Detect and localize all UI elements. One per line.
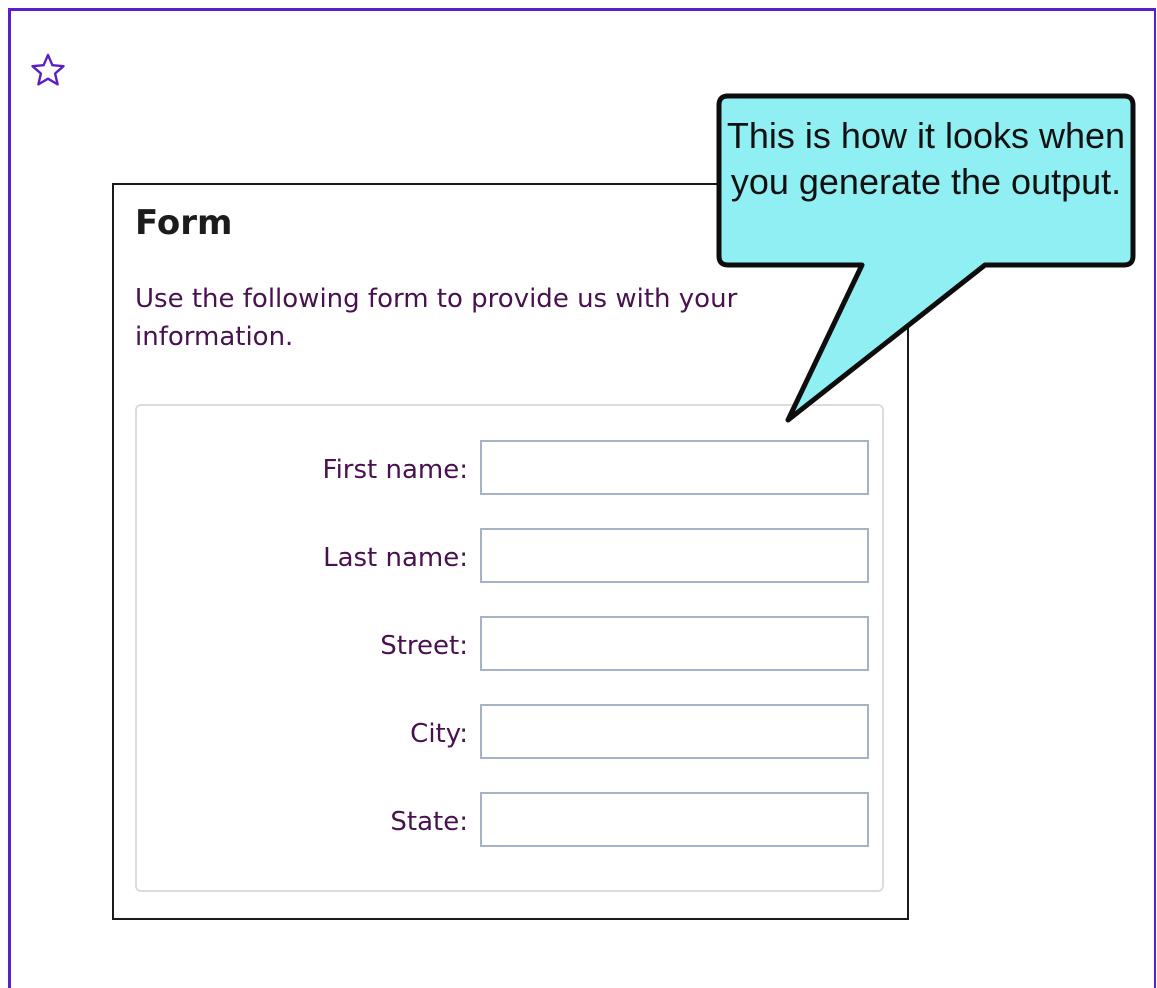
city-row: City:: [137, 704, 869, 760]
form-title: Form: [135, 203, 233, 243]
last-name-label: Last name:: [323, 543, 468, 573]
first-name-label: First name:: [322, 455, 468, 485]
street-row: Street:: [137, 616, 869, 672]
star-outline-icon[interactable]: [30, 52, 66, 88]
state-field[interactable]: [480, 792, 869, 847]
first-name-row: First name:: [137, 440, 869, 496]
callout-text: This is how it looks when you generate t…: [726, 115, 1126, 202]
first-name-field[interactable]: [480, 440, 869, 495]
state-row: State:: [137, 792, 869, 848]
city-label: City:: [410, 719, 468, 749]
street-label: Street:: [380, 631, 468, 661]
city-field[interactable]: [480, 704, 869, 759]
last-name-row: Last name:: [137, 528, 869, 584]
street-field[interactable]: [480, 616, 869, 671]
state-label: State:: [390, 807, 468, 837]
last-name-field[interactable]: [480, 528, 869, 583]
